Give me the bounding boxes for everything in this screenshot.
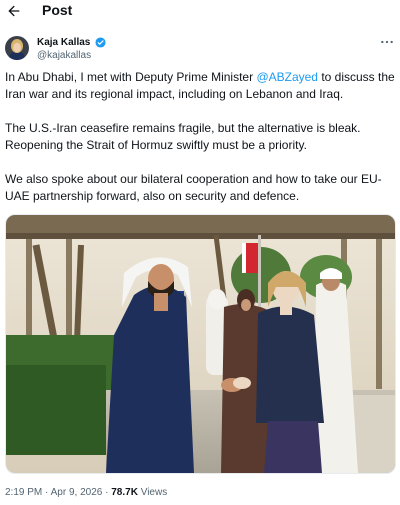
post-paragraph: The U.S.-Iran ceasefire remains fragile,… — [5, 120, 397, 154]
post-paragraph: In Abu Dhabi, I met with Deputy Prime Mi… — [5, 69, 397, 103]
views-label: Views — [140, 487, 168, 498]
view-count[interactable]: 78.7K — [111, 487, 138, 498]
verified-badge-icon — [95, 37, 106, 48]
post-text-segment: We also spoke about our bilateral cooper… — [5, 172, 382, 186]
post-text-segment: UAE partnership forward, also on securit… — [5, 189, 300, 203]
meta-separator: · — [105, 487, 109, 498]
avatar[interactable] — [5, 36, 29, 60]
post-text-segment: Iran war and its regional impact, includ… — [5, 87, 344, 101]
mention-link[interactable]: @ABZayed — [256, 70, 318, 84]
post-text-segment: In Abu Dhabi, I met with Deputy Prime Mi… — [5, 70, 257, 84]
post-time[interactable]: 2:19 PM — [5, 487, 42, 498]
meta-separator: · — [45, 487, 49, 498]
post-photo[interactable] — [5, 214, 396, 474]
post-date[interactable]: Apr 9, 2026 — [51, 487, 103, 498]
post-header: Post — [0, 0, 400, 22]
page-title: Post — [42, 2, 73, 18]
post-text-segment: The U.S.-Iran ceasefire remains fragile,… — [5, 121, 361, 135]
back-arrow-icon[interactable] — [6, 3, 22, 19]
author-name[interactable]: Kaja Kallas — [37, 37, 90, 49]
post-text: In Abu Dhabi, I met with Deputy Prime Mi… — [5, 69, 397, 222]
post-metadata: 2:19 PM · Apr 9, 2026 · 78.7K Views — [5, 487, 167, 499]
post-paragraph: We also spoke about our bilateral cooper… — [5, 171, 397, 205]
author-handle[interactable]: @kajakallas — [37, 50, 91, 62]
post-text-segment: Reopening the Strait of Hormuz swiftly m… — [5, 138, 307, 152]
post-text-segment: to discuss the — [317, 70, 395, 84]
more-options-icon[interactable] — [380, 36, 394, 48]
